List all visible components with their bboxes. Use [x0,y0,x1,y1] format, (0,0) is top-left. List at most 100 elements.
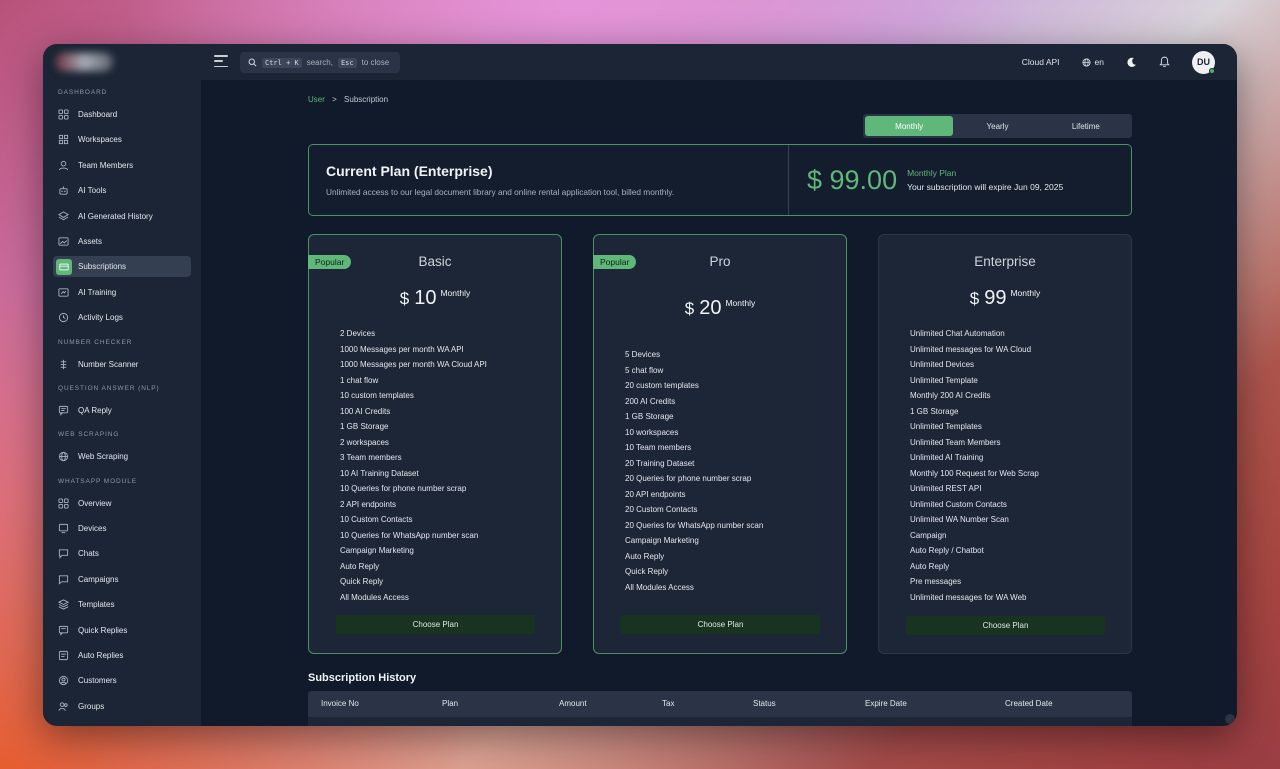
sidebar-item-label: Campaigns [78,574,119,584]
choose-plan-enterprise-button[interactable]: Choose Plan [906,616,1105,635]
column-status: Status [753,699,776,708]
plan-feature-item: 1000 Messages per month WA Cloud API [340,360,487,369]
dark-mode-toggle-icon[interactable] [1126,57,1137,68]
sidebar-item-label: AI Tools [78,186,107,196]
plan-feature-item: 1 chat flow [340,375,379,385]
search-hint-text: search, [306,58,333,67]
app-logo [55,53,113,71]
plan-feature-item: 3 Team members [340,453,402,462]
plan-feature-item: All Modules Access [340,592,409,602]
sidebar-item-qa-reply[interactable]: QA Reply [53,400,191,421]
plan-feature-item: 200 AI Credits [625,396,676,406]
search-shortcut-key: Ctrl + K [262,57,302,68]
sidebar-item-groups[interactable]: Groups [53,696,191,717]
breadcrumb: User > Subscription [308,95,388,104]
plan-feature-item: Unlimited Custom Contacts [910,499,1007,509]
menu-toggle-icon[interactable] [214,55,228,67]
avatar[interactable]: DU [1192,50,1215,74]
plan-feature-item: 1000 Messages per month WA API [340,344,464,354]
plan-feature-item: Pre messages [910,577,962,586]
plan-card-pro: Popular Pro $20 Monthly 5 Devices 5 chat … [593,234,847,654]
billing-option-lifetime[interactable]: Lifetime [1042,116,1130,136]
plan-feature-item: 2 workspaces [340,437,389,447]
plan-feature-item: Campaign Marketing [625,536,699,545]
plan-price: $10 Monthly [309,287,561,310]
current-plan-details: Current Plan (Enterprise) Unlimited acce… [309,145,789,215]
notification-bell-icon[interactable] [1159,56,1170,68]
sidebar-item-overview[interactable]: Overview [53,493,191,514]
cloud-api-link[interactable]: Cloud API [1022,57,1060,67]
sidebar-item-ai-training[interactable]: AI Training [53,282,191,303]
sidebar-item-dashboard[interactable]: Dashboard [53,104,191,125]
sidebar-item-subscriptions[interactable]: Subscriptions [53,256,191,278]
sidebar-item-label: Dashboard [78,110,118,119]
sidebar-section-title: NUMBER CHECKER [58,338,133,346]
column-tax: Tax [662,699,675,708]
plan-name: Pro [709,254,731,269]
sidebar-item-label: Quick Replies [78,625,128,635]
plan-feature-item: 2 Devices [340,329,376,338]
sidebar-item-ai-tools[interactable]: AI Tools [53,180,191,201]
plan-feature-item: 1 GB Storage [340,422,389,431]
training-icon [58,287,69,298]
breadcrumb-user-link[interactable]: User [308,95,325,104]
plan-card-enterprise: Enterprise $99 Monthly Unlimited Chat Au… [878,234,1132,654]
sidebar-item-number-scanner[interactable]: Number Scanner [53,354,191,375]
sidebar-item-campaigns[interactable]: Campaigns [53,569,191,590]
current-plan-card: Current Plan (Enterprise) Unlimited acce… [308,144,1132,216]
current-plan-info: Monthly Plan Your subscription will expi… [907,168,1063,192]
language-selector[interactable]: en [1082,57,1104,67]
sidebar-item-workspaces[interactable]: Workspaces [53,129,191,150]
search-icon [248,58,257,67]
plan-feature-item: 5 chat flow [625,365,664,375]
sidebar-item-label: Customers [78,676,117,686]
sidebar-item-devices[interactable]: Devices [53,518,191,539]
sidebar-item-activity-logs[interactable]: Activity Logs [53,307,191,328]
plan-feature-item: Unlimited Devices [910,360,975,369]
choose-plan-basic-button[interactable]: Choose Plan [336,615,535,634]
sidebar-item-label: Devices [78,524,107,534]
plan-period: Monthly [725,298,756,308]
table-row[interactable] [308,717,1132,726]
sidebar-item-assets[interactable]: Assets [53,231,191,252]
plan-feature-item: Unlimited Chat Automation [910,329,1005,338]
current-plan-title: Current Plan (Enterprise) [326,163,493,179]
sidebar-item-label: Number Scanner [78,359,139,369]
sidebar-item-label: Groups [78,701,105,711]
sidebar-item-ai-generated-history[interactable]: AI Generated History [53,206,191,227]
sidebar-item-auto-replies[interactable]: Auto Replies [53,645,191,666]
sidebar-item-team-members[interactable]: Team Members [53,155,191,176]
plan-feature-item: 20 Custom Contacts [625,505,698,514]
sidebar-item-label: Assets [78,236,103,246]
plan-feature-item: Auto Reply / Chatbot [910,546,984,555]
plan-feature-item: Monthly 100 Request for Web Scrap [910,468,1039,478]
plan-feature-item: Auto Reply [340,561,380,571]
customer-icon [58,675,69,686]
main-content: User > Subscription Monthly Yearly Lifet… [201,80,1237,726]
plan-feature-item: Unlimited WA Number Scan [910,515,1009,524]
sidebar-item-templates[interactable]: Templates [53,594,191,615]
scroll-to-top-button[interactable] [1225,714,1235,724]
sidebar-item-chats[interactable]: Chats [53,543,191,564]
plan-feature-item: Unlimited Templates [910,422,982,431]
search-input[interactable]: Ctrl + K search, Esc to close [240,52,400,73]
current-plan-name: Monthly Plan [907,168,957,178]
plan-feature-item: 10 Team members [625,443,692,452]
column-expire-date: Expire Date [865,699,907,708]
plan-feature-item: 20 Queries for phone number scrap [625,474,752,483]
sidebar-item-label: AI Generated History [78,211,153,221]
close-hint-text: to close [361,58,390,67]
current-plan-description: Unlimited access to our legal document l… [326,187,675,197]
plan-feature-item: 10 Custom Contacts [340,515,413,524]
billing-option-monthly[interactable]: Monthly [865,116,954,136]
sidebar-item-web-scraping[interactable]: Web Scraping [53,446,191,467]
sidebar: DASHBOARD Dashboard Workspaces Team Members… [43,80,201,726]
sidebar-item-quick-replies[interactable]: Quick Replies [53,620,191,641]
plan-period: Monthly [1010,288,1041,298]
current-plan-pricing: $ 99.00 Monthly Plan Your subscription w… [789,145,1131,215]
image-icon [58,236,69,247]
billing-option-yearly[interactable]: Yearly [953,116,1041,136]
choose-plan-pro-button[interactable]: Choose Plan [621,615,820,634]
sidebar-item-customers[interactable]: Customers [53,670,191,691]
plan-feature-item: 100 AI Credits [340,406,391,416]
